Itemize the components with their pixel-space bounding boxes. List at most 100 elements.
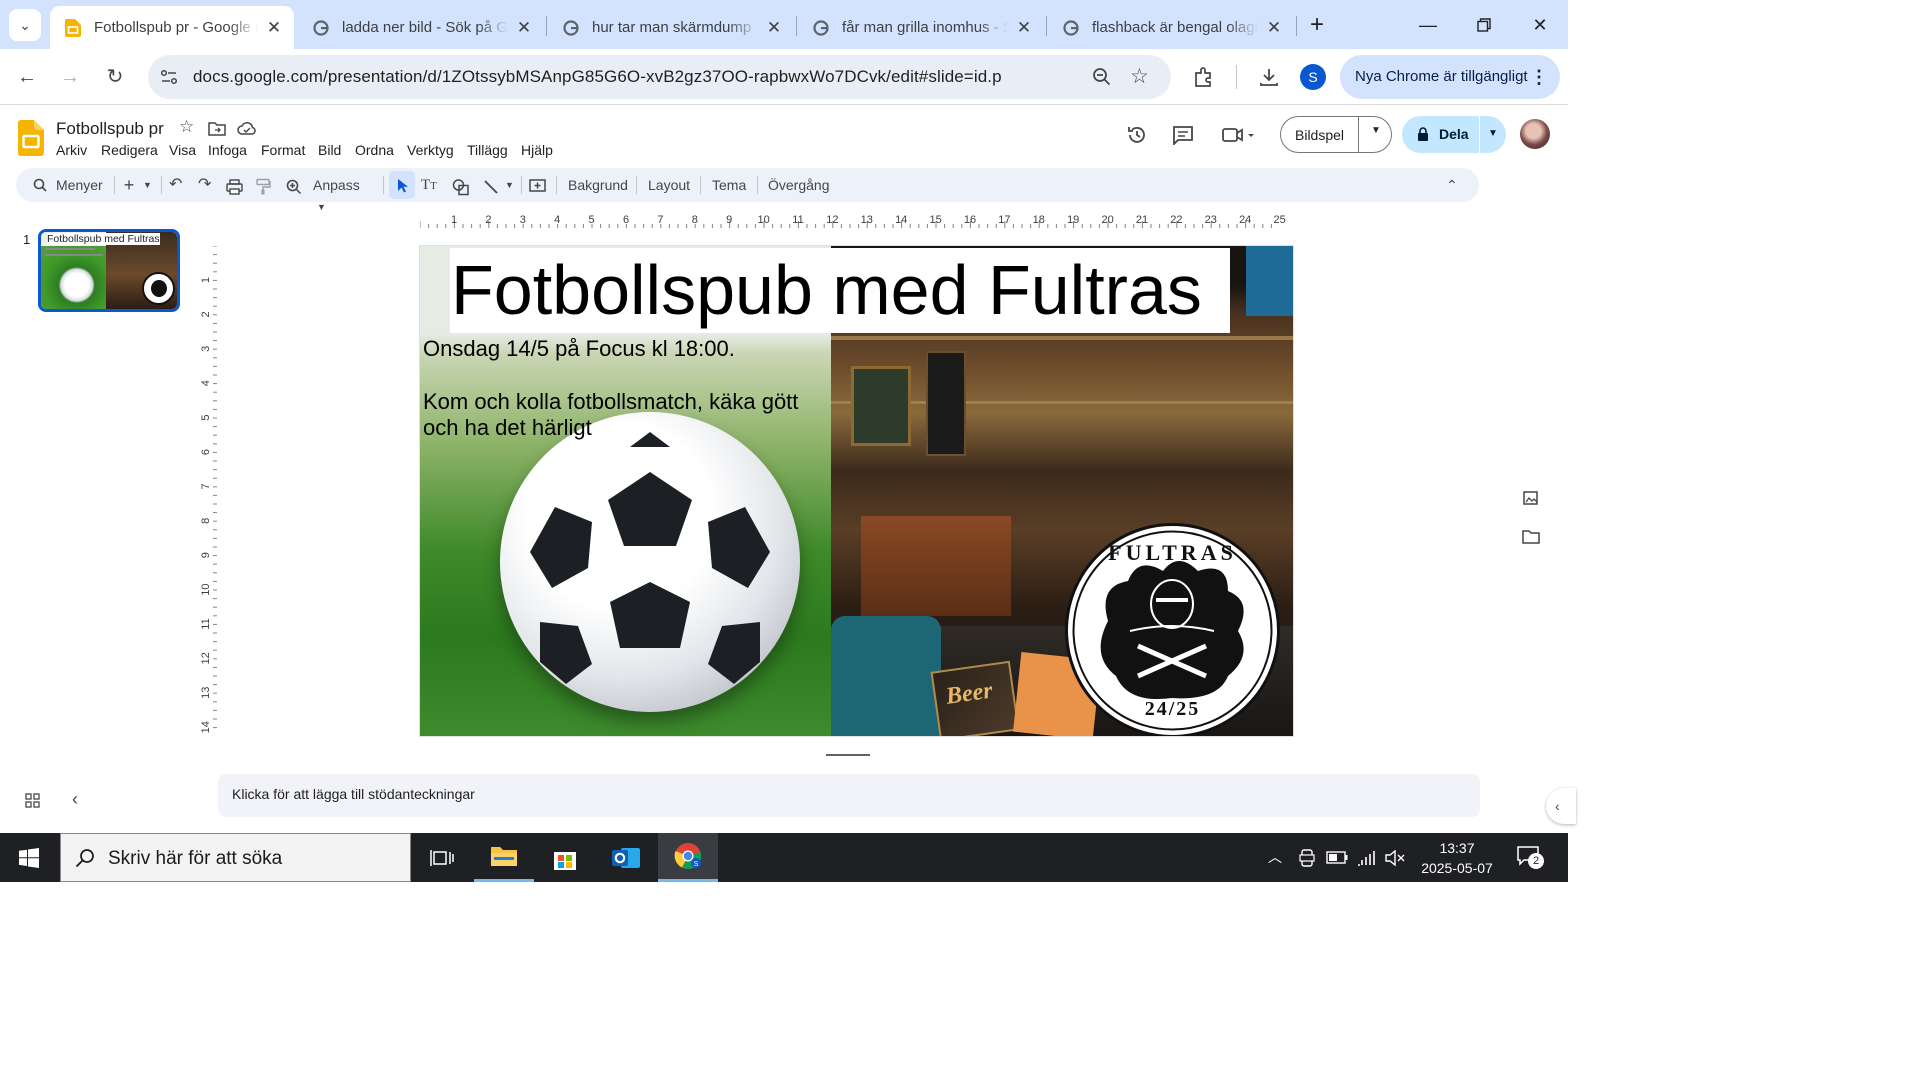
minimize-button[interactable]: —: [1413, 10, 1443, 40]
star-icon[interactable]: ☆: [179, 117, 194, 137]
collapse-toolbar-icon[interactable]: ⌃: [1446, 175, 1458, 195]
zoom-in-icon[interactable]: [286, 177, 302, 197]
shape-tool-icon[interactable]: [452, 177, 470, 197]
volume-muted-icon[interactable]: [1385, 850, 1405, 866]
menu-hjalp[interactable]: Hjälp: [521, 142, 553, 158]
notification-center-button[interactable]: 2: [1516, 845, 1546, 871]
clock[interactable]: 13:37 2025-05-07: [1414, 838, 1500, 878]
back-button[interactable]: ←: [12, 62, 42, 92]
notification-count: 2: [1528, 853, 1544, 869]
restore-button[interactable]: [1469, 10, 1499, 40]
select-tool-button[interactable]: [389, 171, 415, 199]
close-window-button[interactable]: ✕: [1525, 10, 1555, 40]
file-explorer-button[interactable]: [474, 833, 534, 882]
text-box-tool[interactable]: TT: [421, 175, 437, 195]
extensions-icon[interactable]: [1193, 66, 1215, 88]
menu-verktyg[interactable]: Verktyg: [407, 142, 454, 158]
collapse-filmstrip-icon[interactable]: ‹: [72, 789, 78, 810]
wifi-icon[interactable]: [1357, 849, 1377, 867]
chrome-update-button[interactable]: Nya Chrome är tillgängligt ⋮: [1340, 55, 1560, 99]
paint-format-icon[interactable]: [256, 177, 271, 197]
tab-google-search-4[interactable]: flashback är bengal olagligt - Sök på Go…: [1048, 6, 1294, 49]
tab-google-search-2[interactable]: hur tar man skärmdump - Sök på Google ✕: [548, 6, 794, 49]
close-tab-icon[interactable]: ✕: [764, 18, 784, 38]
chrome-taskbar-button[interactable]: S: [658, 833, 718, 882]
tab-title: flashback är bengal olagligt - Sök på Go…: [1092, 19, 1258, 36]
bookmark-star-icon[interactable]: ☆: [1130, 64, 1149, 89]
zoom-icon[interactable]: [1091, 66, 1113, 88]
menu-tillagg[interactable]: Tillägg: [467, 142, 508, 158]
line-tool-icon[interactable]: [483, 177, 499, 197]
move-folder-icon[interactable]: [208, 121, 226, 136]
battery-icon[interactable]: [1326, 851, 1348, 864]
tab-slides[interactable]: Fotbollspub pr - Google Presentationer ✕: [50, 6, 294, 49]
device-icon[interactable]: [1299, 849, 1315, 867]
download-icon[interactable]: [1258, 66, 1280, 88]
close-tab-icon[interactable]: ✕: [264, 18, 284, 38]
new-tab-button[interactable]: +: [1302, 10, 1332, 40]
menu-format[interactable]: Format: [261, 142, 305, 158]
new-slide-layout-dropdown[interactable]: ▼: [143, 175, 152, 195]
expand-side-panel-button[interactable]: ‹: [1546, 788, 1576, 824]
menu-redigera[interactable]: Redigera: [101, 142, 158, 158]
slide-canvas[interactable]: Beer FULTRAS 24/25 Fotbollspub med Fultr…: [420, 246, 1293, 736]
taskbar-search-box[interactable]: Skriv här för att söka: [60, 833, 411, 882]
line-type-dropdown[interactable]: ▼: [505, 175, 514, 195]
clock-date: 2025-05-07: [1421, 860, 1493, 876]
forward-button[interactable]: →: [55, 62, 85, 92]
speaker-notes[interactable]: Klicka för att lägga till stödanteckning…: [218, 774, 1480, 817]
zoom-level-select[interactable]: Anpass ▼: [313, 175, 373, 212]
slide-title-box[interactable]: Fotbollspub med Fultras: [450, 248, 1230, 333]
tab-search-button[interactable]: ⌄: [9, 9, 41, 41]
fultras-logo[interactable]: FULTRAS 24/25: [1065, 523, 1280, 736]
comments-icon[interactable]: [1172, 125, 1194, 145]
menu-arkiv[interactable]: Arkiv: [56, 142, 87, 158]
new-slide-button[interactable]: +: [122, 175, 136, 195]
tab-google-search-1[interactable]: ladda ner bild - Sök på Google ✕: [298, 6, 544, 49]
share-dropdown-icon[interactable]: ▼: [1488, 128, 1498, 139]
account-avatar[interactable]: [1520, 119, 1550, 149]
notes-resize-handle[interactable]: [826, 754, 870, 756]
layout-button[interactable]: Layout: [648, 175, 690, 195]
transition-button[interactable]: Övergång: [768, 175, 829, 195]
close-tab-icon[interactable]: ✕: [1014, 18, 1034, 38]
kebab-menu-icon[interactable]: ⋮: [1530, 55, 1548, 99]
slide-thumbnail[interactable]: Fotbollspub med Fultras: [38, 229, 180, 312]
menu-ordna[interactable]: Ordna: [355, 142, 394, 158]
menu-bild[interactable]: Bild: [318, 142, 341, 158]
redo-button[interactable]: ↷: [198, 175, 211, 195]
profile-avatar[interactable]: S: [1300, 64, 1326, 90]
address-bar[interactable]: docs.google.com/presentation/d/1ZOtssybM…: [148, 55, 1171, 99]
ruler-label: 5: [200, 415, 212, 421]
undo-button[interactable]: ↶: [169, 175, 182, 195]
folder-panel-icon[interactable]: [1522, 529, 1540, 545]
share-button[interactable]: Dela ▼: [1402, 116, 1506, 153]
meet-camera-icon[interactable]: [1221, 126, 1255, 144]
close-tab-icon[interactable]: ✕: [1264, 18, 1284, 38]
reload-button[interactable]: ↻: [100, 62, 130, 92]
version-history-icon[interactable]: [1126, 124, 1148, 146]
windows-start-icon[interactable]: [19, 848, 39, 868]
theme-button[interactable]: Tema: [712, 175, 746, 195]
grid-view-icon[interactable]: [25, 793, 40, 808]
close-tab-icon[interactable]: ✕: [514, 18, 534, 38]
document-title[interactable]: Fotbollspub pr: [56, 119, 164, 139]
microsoft-store-button[interactable]: [535, 833, 595, 882]
outlook-button[interactable]: [596, 833, 656, 882]
slide-description: Kom och kolla fotbollsmatch, käka gött o…: [423, 389, 799, 440]
background-button[interactable]: Bakgrund: [568, 175, 628, 195]
cloud-saved-icon[interactable]: [237, 121, 257, 135]
show-hidden-icons[interactable]: ︿: [1268, 847, 1282, 867]
slideshow-button[interactable]: Bildspel ▼: [1280, 116, 1392, 153]
insert-comment-icon[interactable]: [529, 177, 546, 197]
slideshow-dropdown-icon[interactable]: ▼: [1371, 125, 1381, 136]
google-slides-logo[interactable]: [18, 120, 44, 156]
print-icon[interactable]: [226, 177, 243, 197]
menu-infoga[interactable]: Infoga: [208, 142, 247, 158]
tab-google-search-3[interactable]: får man grilla inomhus - Sök på Google ✕: [798, 6, 1044, 49]
menu-visa[interactable]: Visa: [169, 142, 196, 158]
image-panel-icon[interactable]: [1522, 489, 1540, 507]
slide-body-text[interactable]: Onsdag 14/5 på Focus kl 18:00. Kom och k…: [423, 336, 818, 441]
task-view-button[interactable]: [412, 833, 472, 882]
search-menus-button[interactable]: Menyer: [56, 175, 103, 195]
